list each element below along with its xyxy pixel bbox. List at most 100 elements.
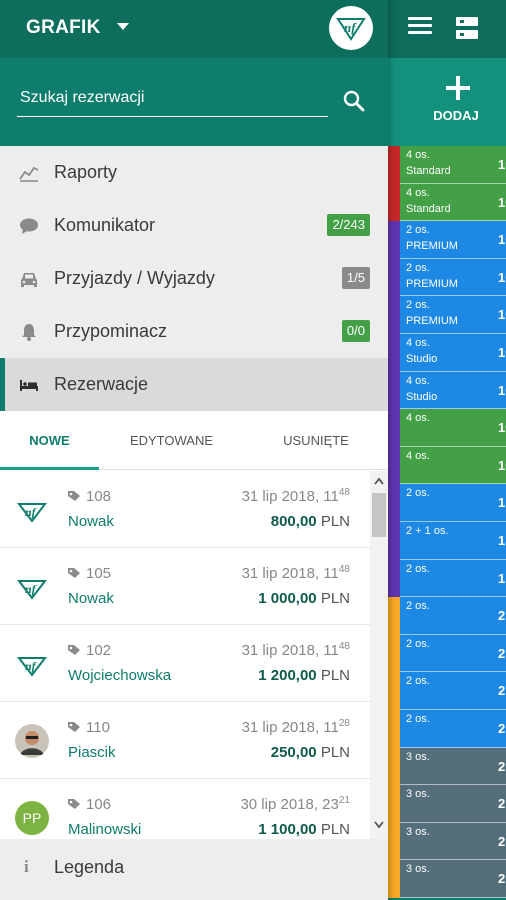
- status-strip-segment: [388, 672, 400, 710]
- status-strip-segment: [388, 371, 400, 410]
- logo-avatar: nf: [16, 657, 48, 677]
- date-minutes: 48: [338, 564, 350, 575]
- amount-value: 800,00: [270, 513, 317, 530]
- booking-guests: 2 os.: [406, 675, 430, 688]
- calendar-booking-row[interactable]: 4 os. Standard 10: [400, 183, 506, 222]
- booking-guests: 2 os.: [406, 712, 430, 725]
- legend-item[interactable]: i Legenda: [0, 839, 388, 900]
- calendar-rows: 4 os. Standard 10 4 os. Standard 10 2 os. PREMI…: [400, 146, 506, 898]
- menu-item-komunikator[interactable]: Komunikator 2/243: [0, 199, 388, 252]
- status-strip-segment: [388, 446, 400, 485]
- guest-name: Piascik: [68, 744, 116, 761]
- menu-icon[interactable]: [408, 17, 432, 37]
- add-label: DODAJ: [433, 108, 479, 123]
- calendar-booking-row[interactable]: 4 os. Studio 10: [400, 371, 506, 410]
- reservation-amount: 1 100,00 PLN: [258, 821, 350, 838]
- currency: PLN: [320, 513, 350, 530]
- reservation-item[interactable]: nf 102 Wojciechowska 31 lip 2018, 1148 1 200…: [0, 625, 370, 702]
- reservation-item[interactable]: PP 106 Malinowski 30 lip 2018, 2321 1 100,00…: [0, 779, 370, 839]
- booking-guests: 2 os.: [406, 487, 430, 500]
- status-strip-segment: [388, 258, 400, 297]
- status-strip-segment: [388, 559, 400, 598]
- reservation-item[interactable]: nf 108 Nowak 31 lip 2018, 1148 800,00 PLN: [0, 471, 370, 548]
- car-icon: [21, 273, 37, 287]
- booking-guests: 4 os.: [406, 336, 430, 349]
- booking-number: 2: [498, 645, 506, 661]
- booking-guests: 4 os.: [406, 186, 430, 199]
- calendar-booking-row[interactable]: 2 os. 2: [400, 597, 506, 635]
- calendar-booking-row[interactable]: 2 os. PREMIUM 10: [400, 221, 506, 259]
- search-icon[interactable]: [342, 89, 366, 113]
- svg-text:nf: nf: [25, 505, 37, 519]
- add-button[interactable]: DODAJ: [388, 58, 506, 146]
- dropdown-caret-icon[interactable]: [117, 23, 129, 30]
- date-text: 30 lip 2018, 23: [240, 796, 339, 813]
- tag-icon: [68, 799, 80, 809]
- status-strip: [388, 146, 400, 900]
- drawer-header: GRAFIK nf: [0, 0, 388, 146]
- server-icon[interactable]: [456, 17, 478, 39]
- search-field[interactable]: [17, 81, 328, 117]
- reservation-item[interactable]: 110 Piascik 31 lip 2018, 1128 250,00 PLN: [0, 702, 370, 779]
- svg-text:nf: nf: [25, 582, 37, 596]
- reservation-number: 105: [86, 565, 112, 582]
- calendar-booking-row[interactable]: 3 os. 2: [400, 747, 506, 786]
- chat-bubble-icon: [20, 218, 38, 234]
- booking-room-type: Studio: [406, 352, 438, 365]
- calendar-booking-row[interactable]: 2 os. 2: [400, 709, 506, 748]
- status-strip-segment: [388, 221, 400, 259]
- calendar-booking-row[interactable]: 2 os. 1: [400, 484, 506, 522]
- amount-value: 1 200,00: [258, 667, 317, 684]
- calendar-booking-row[interactable]: 3 os. 2: [400, 860, 506, 898]
- date-minutes: 48: [338, 487, 350, 498]
- currency: PLN: [320, 590, 350, 607]
- status-strip-segment: [388, 521, 400, 560]
- calendar-booking-row[interactable]: 4 os. 10: [400, 446, 506, 485]
- search-input[interactable]: [17, 81, 317, 115]
- reservation-tabs: NOWE EDYTOWANE USUNIĘTE: [0, 411, 388, 470]
- calendar-booking-row[interactable]: 4 os. Studio 10: [400, 333, 506, 372]
- menu-item-przyjazdy[interactable]: Przyjazdy / Wyjazdy 1/5: [0, 252, 388, 305]
- booking-guests: 2 os.: [406, 299, 430, 312]
- menu-item-przypominacz[interactable]: Przypominacz 0/0: [0, 305, 388, 358]
- calendar-booking-row[interactable]: 4 os. 10: [400, 409, 506, 447]
- calendar-booking-row[interactable]: 3 os. 2: [400, 785, 506, 823]
- booking-guests: 4 os.: [406, 374, 430, 387]
- menu-item-rezerwacje[interactable]: Rezerwacje: [0, 358, 388, 411]
- calendar-booking-row[interactable]: 3 os. 2: [400, 822, 506, 861]
- count-badge: 1/5: [341, 267, 370, 289]
- date-minutes: 21: [338, 795, 350, 806]
- booking-guests: 3 os.: [406, 825, 430, 838]
- scroll-down-icon[interactable]: [374, 821, 384, 829]
- status-strip-segment: [388, 296, 400, 334]
- scrollbar-thumb[interactable]: [372, 493, 386, 537]
- status-strip-segment: [388, 409, 400, 447]
- user-photo-avatar: [15, 724, 49, 758]
- tab-edytowane[interactable]: EDYTOWANE: [99, 411, 244, 470]
- booking-number: 10: [498, 457, 506, 473]
- scroll-up-icon[interactable]: [374, 477, 384, 485]
- calendar-booking-row[interactable]: 2 os. PREMIUM 10: [400, 296, 506, 334]
- booking-guests: 2 os.: [406, 637, 430, 650]
- view-title[interactable]: GRAFIK: [26, 17, 101, 39]
- date-text: 31 lip 2018, 11: [241, 719, 339, 736]
- company-logo: nf: [329, 6, 373, 50]
- booking-number: 10: [498, 157, 506, 172]
- reservation-date: 31 lip 2018, 1148: [242, 564, 350, 582]
- calendar-booking-row[interactable]: 4 os. Standard 10: [400, 146, 506, 184]
- booking-room-type: PREMIUM: [406, 315, 458, 328]
- reservation-item[interactable]: nf 105 Nowak 31 lip 2018, 1148 1 000,00 PLN: [0, 548, 370, 625]
- scrollbar[interactable]: [370, 471, 388, 839]
- tab-nowe[interactable]: NOWE: [0, 411, 99, 470]
- calendar-booking-row[interactable]: 2 os. 2: [400, 634, 506, 673]
- calendar-booking-row[interactable]: 2 os. PREMIUM 10: [400, 258, 506, 297]
- reservation-amount: 800,00 PLN: [271, 513, 350, 530]
- calendar-booking-row[interactable]: 2 os. 1: [400, 559, 506, 598]
- currency: PLN: [320, 744, 350, 761]
- chart-line-icon: [19, 166, 39, 182]
- calendar-booking-row[interactable]: 2 os. 2: [400, 672, 506, 710]
- tab-usuniete[interactable]: USUNIĘTE: [244, 411, 388, 470]
- menu-item-raporty[interactable]: Raporty: [0, 146, 388, 199]
- calendar-booking-row[interactable]: 2 + 1 os. 1: [400, 521, 506, 560]
- booking-number: 10: [498, 420, 506, 436]
